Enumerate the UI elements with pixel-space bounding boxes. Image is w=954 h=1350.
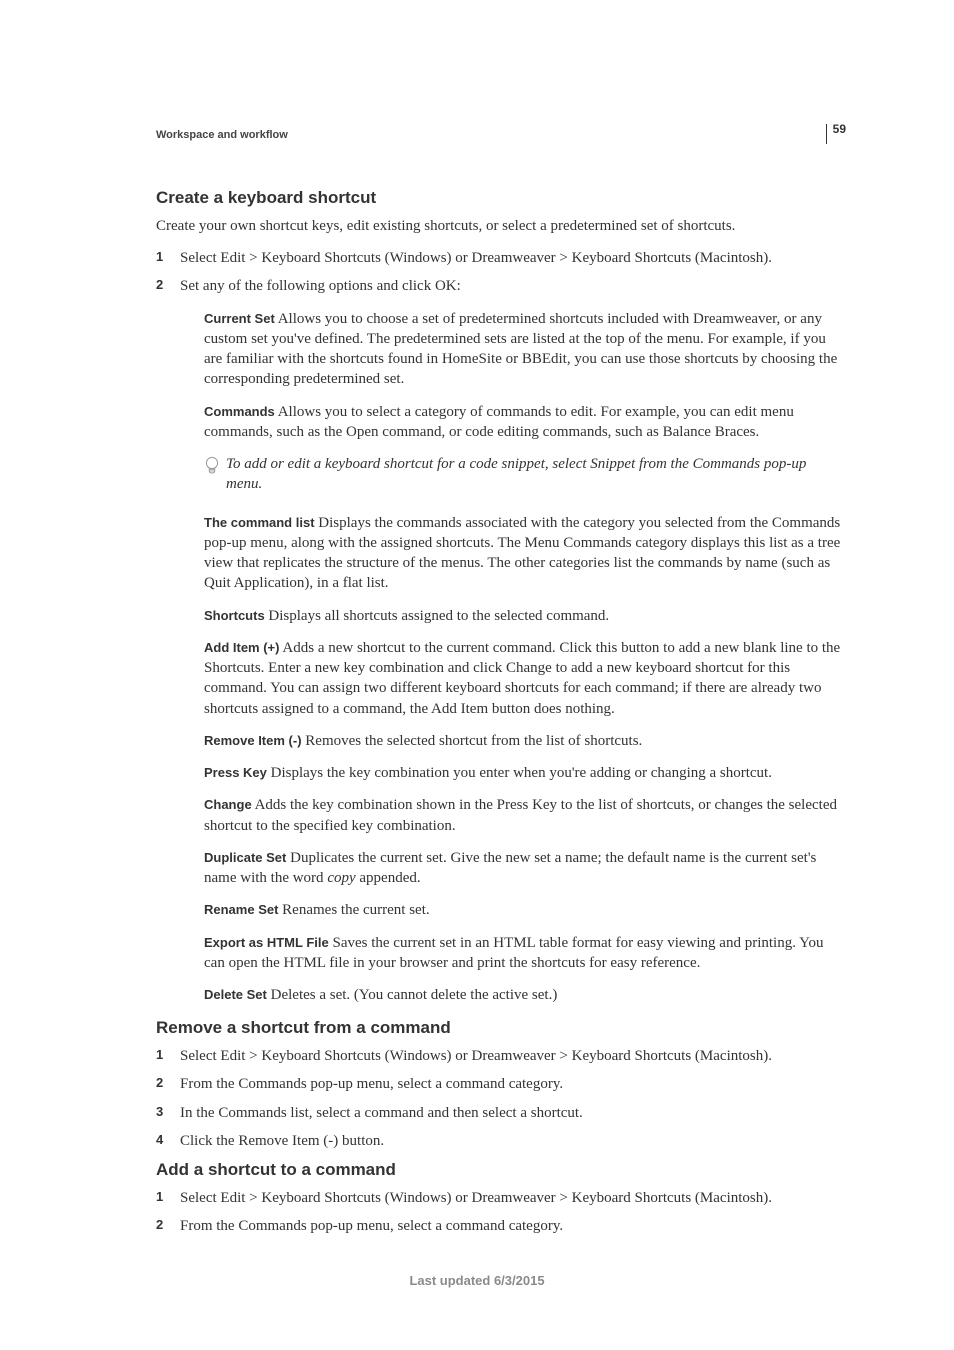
def-rename-set: Rename Set Renames the current set. — [204, 900, 846, 920]
def-label: Rename Set — [204, 902, 278, 917]
def-text-italic: copy — [327, 870, 355, 886]
step-text: Set any of the following options and cli… — [180, 278, 461, 294]
def-label: The command list — [204, 515, 315, 530]
def-command-list: The command list Displays the commands a… — [204, 513, 846, 594]
def-text: Displays all shortcuts assigned to the s… — [265, 608, 610, 624]
def-text: Renames the current set. — [278, 902, 429, 918]
step-item: In the Commands list, select a command a… — [156, 1103, 846, 1123]
steps-list-remove: Select Edit > Keyboard Shortcuts (Window… — [156, 1046, 846, 1151]
def-label: Export as HTML File — [204, 935, 329, 950]
def-text: appended. — [356, 870, 421, 886]
intro-text: Create your own shortcut keys, edit exis… — [156, 216, 846, 236]
step-item: Click the Remove Item (-) button. — [156, 1131, 846, 1151]
breadcrumb: Workspace and workflow — [156, 128, 846, 143]
definitions-block: Current Set Allows you to choose a set o… — [204, 309, 846, 1006]
tip-text: To add or edit a keyboard shortcut for a… — [226, 454, 846, 495]
def-add-item: Add Item (+) Adds a new shortcut to the … — [204, 638, 846, 719]
step-text: Select Edit > Keyboard Shortcuts (Window… — [180, 1190, 772, 1206]
def-label: Current Set — [204, 311, 275, 326]
def-delete-set: Delete Set Deletes a set. (You cannot de… — [204, 985, 846, 1005]
step-item: Set any of the following options and cli… — [156, 276, 846, 1005]
step-item: From the Commands pop-up menu, select a … — [156, 1074, 846, 1094]
def-remove-item: Remove Item (-) Removes the selected sho… — [204, 731, 846, 751]
def-label: Change — [204, 797, 252, 812]
step-text: In the Commands list, select a command a… — [180, 1105, 583, 1121]
def-shortcuts: Shortcuts Displays all shortcuts assigne… — [204, 606, 846, 626]
steps-list-add: Select Edit > Keyboard Shortcuts (Window… — [156, 1188, 846, 1237]
def-press-key: Press Key Displays the key combination y… — [204, 763, 846, 783]
def-text: Duplicates the current set. Give the new… — [204, 850, 816, 886]
def-label: Add Item (+) — [204, 640, 279, 655]
step-text: From the Commands pop-up menu, select a … — [180, 1076, 563, 1092]
tip-row: To add or edit a keyboard shortcut for a… — [204, 454, 846, 495]
def-text: Allows you to choose a set of predetermi… — [204, 311, 837, 388]
heading-remove-shortcut: Remove a shortcut from a command — [156, 1017, 846, 1040]
step-text: Select Edit > Keyboard Shortcuts (Window… — [180, 250, 772, 266]
def-change: Change Adds the key combination shown in… — [204, 795, 846, 836]
def-current-set: Current Set Allows you to choose a set o… — [204, 309, 846, 390]
step-text: Click the Remove Item (-) button. — [180, 1133, 384, 1149]
def-label: Commands — [204, 404, 275, 419]
footer-updated: Last updated 6/3/2015 — [0, 1272, 954, 1290]
step-item: Select Edit > Keyboard Shortcuts (Window… — [156, 248, 846, 268]
heading-add-shortcut: Add a shortcut to a command — [156, 1159, 846, 1182]
step-text: From the Commands pop-up menu, select a … — [180, 1218, 563, 1234]
step-text: Select Edit > Keyboard Shortcuts (Window… — [180, 1048, 772, 1064]
def-export: Export as HTML File Saves the current se… — [204, 933, 846, 974]
def-label: Press Key — [204, 765, 267, 780]
def-text: Displays the key combination you enter w… — [267, 765, 772, 781]
page-number: 59 — [826, 124, 846, 144]
def-text: Removes the selected shortcut from the l… — [302, 733, 643, 749]
def-label: Duplicate Set — [204, 850, 286, 865]
def-text: Adds a new shortcut to the current comma… — [204, 640, 840, 717]
def-text: Allows you to select a category of comma… — [204, 404, 794, 440]
step-item: Select Edit > Keyboard Shortcuts (Window… — [156, 1188, 846, 1208]
lightbulb-icon — [204, 456, 222, 482]
step-item: From the Commands pop-up menu, select a … — [156, 1216, 846, 1236]
document-page: 59 Workspace and workflow Create a keybo… — [0, 0, 954, 1350]
def-label: Shortcuts — [204, 608, 265, 623]
steps-list-create: Select Edit > Keyboard Shortcuts (Window… — [156, 248, 846, 1005]
def-text: Deletes a set. (You cannot delete the ac… — [267, 987, 557, 1003]
def-duplicate-set: Duplicate Set Duplicates the current set… — [204, 848, 846, 889]
step-item: Select Edit > Keyboard Shortcuts (Window… — [156, 1046, 846, 1066]
def-label: Delete Set — [204, 987, 267, 1002]
heading-create-shortcut: Create a keyboard shortcut — [156, 187, 846, 210]
def-label: Remove Item (-) — [204, 733, 302, 748]
def-commands: Commands Allows you to select a category… — [204, 402, 846, 443]
def-text: Adds the key combination shown in the Pr… — [204, 797, 837, 833]
